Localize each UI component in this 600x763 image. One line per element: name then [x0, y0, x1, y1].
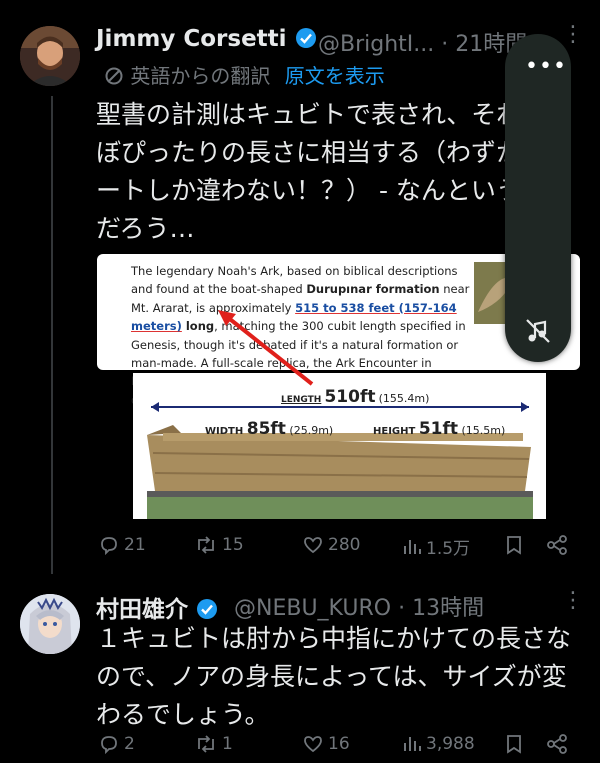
post-text: 聖書の計測はキュビトで表され、それ ぼぴったりの長さに相当する（わずか ートしか…	[96, 100, 522, 243]
avatar[interactable]	[20, 26, 80, 86]
reply-repost-button[interactable]: 1	[194, 733, 233, 755]
length-dimension: LENGTH 510ft (155.4m)	[281, 387, 429, 407]
views-button[interactable]: 1.5万	[402, 534, 470, 559]
reply-share-button[interactable]	[546, 733, 572, 755]
reply-reply-count: 2	[124, 734, 135, 754]
reply-like-count: 16	[328, 734, 350, 754]
muted-music-icon[interactable]	[523, 316, 553, 346]
author-name-text: Jimmy Corsetti	[96, 26, 287, 52]
reply-more-options-icon[interactable]: ⋮	[562, 588, 584, 613]
height-label: HEIGHT	[373, 426, 416, 437]
reply-view-count: 3,988	[426, 734, 475, 754]
like-count: 280	[328, 535, 361, 555]
heart-icon	[304, 736, 322, 753]
floating-media-control[interactable]: •••	[505, 34, 571, 362]
reply-count: 21	[124, 535, 146, 555]
more-options-icon[interactable]: ⋮	[562, 22, 584, 47]
reply-views-button[interactable]: 3,988	[402, 733, 475, 755]
height-value: 51ft	[418, 419, 458, 439]
like-button[interactable]: 280	[302, 534, 360, 556]
length-label: LENGTH	[281, 395, 322, 405]
length-value: 510ft	[324, 387, 376, 407]
height-metric: (15.5m)	[461, 424, 506, 437]
share-icon	[547, 734, 567, 754]
post-action-bar: 21 15 280 1.5万	[96, 534, 576, 564]
handle-and-time[interactable]: @BrightI... · 21時間	[318, 26, 527, 58]
reply-avatar[interactable]	[20, 594, 80, 654]
views-icon	[404, 737, 421, 751]
repost-icon	[198, 735, 214, 753]
reply-bookmark-button[interactable]	[504, 733, 528, 755]
thread-line	[51, 96, 53, 574]
reply-icon	[101, 736, 117, 755]
translate-icon	[105, 67, 123, 85]
heart-icon	[304, 537, 322, 554]
reply-icon	[101, 537, 117, 556]
repost-button[interactable]: 15	[194, 534, 244, 556]
length-metric: (155.4m)	[378, 392, 430, 405]
verified-badge-icon	[295, 28, 316, 48]
reply-reply-button[interactable]: 2	[98, 733, 135, 755]
width-metric: (25.9m)	[289, 424, 334, 437]
height-dimension: HEIGHT 51ft (15.5m)	[373, 419, 505, 439]
reply-repost-count: 1	[222, 734, 233, 754]
ark-diagram-image[interactable]: LENGTH 510ft (155.4m) WIDTH 85ft (25.9m)…	[133, 373, 546, 519]
caption-long: long	[181, 319, 215, 334]
reply-text: １キュビトは肘から中指にかけての長さな ので、ノアの身長によっては、サイズが変 …	[96, 624, 572, 729]
view-count: 1.5万	[426, 539, 471, 559]
share-button[interactable]	[546, 534, 572, 556]
reply-like-button[interactable]: 16	[302, 733, 350, 755]
bookmark-icon	[507, 735, 521, 754]
verified-badge-icon	[197, 599, 218, 619]
overlay-more-icon[interactable]: •••	[525, 54, 567, 79]
bookmark-button[interactable]	[504, 534, 528, 556]
translation-row: 英語からの翻訳 原文を表示	[104, 60, 385, 89]
bookmark-icon	[507, 536, 521, 555]
share-icon	[547, 535, 567, 555]
views-icon	[404, 539, 421, 554]
reply-handle-and-time[interactable]: @NEBU_KURO · 13時間	[234, 590, 484, 622]
reply-author-name[interactable]: 村田雄介	[96, 590, 218, 624]
reply-button[interactable]: 21	[98, 534, 146, 556]
caption-bold: Durupınar formation	[306, 282, 440, 297]
reply-action-bar: 2 1 16 3,988	[96, 733, 576, 763]
repost-count: 15	[222, 535, 244, 555]
avatar-image	[20, 26, 80, 86]
width-value: 85ft	[246, 419, 286, 439]
reply-avatar-image	[20, 594, 80, 654]
author-name[interactable]: Jimmy Corsetti	[96, 26, 317, 52]
show-original-link[interactable]: 原文を表示	[285, 64, 385, 88]
width-dimension: WIDTH 85ft (25.9m)	[205, 419, 333, 439]
width-label: WIDTH	[205, 426, 244, 437]
repost-icon	[198, 536, 214, 554]
translation-label: 英語からの翻訳	[130, 64, 271, 88]
